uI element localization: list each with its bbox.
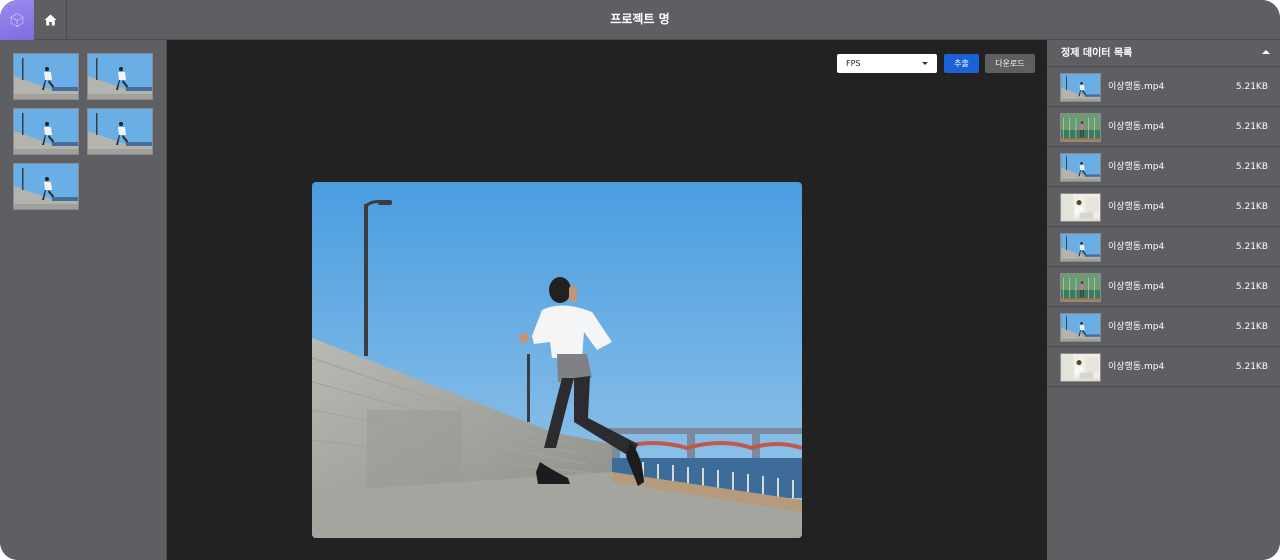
thumbnail-image: [88, 54, 152, 99]
file-name: 이상행동.mp4: [1108, 362, 1165, 372]
file-size: 5.21KB: [1235, 362, 1268, 372]
data-list-item[interactable]: 이상행동.mp4 5.21KB: [1047, 147, 1280, 187]
thumbnail-image: [14, 109, 78, 154]
data-list-item[interactable]: 이상행동.mp4 5.21KB: [1047, 107, 1280, 147]
frame-thumbnail[interactable]: [13, 163, 79, 210]
header-bar: 프로젝트 명: [0, 0, 1280, 40]
data-list-item[interactable]: 이상행동.mp4 5.21KB: [1047, 67, 1280, 107]
file-size: 5.21KB: [1235, 322, 1268, 332]
data-list-item[interactable]: 이상행동.mp4 5.21KB: [1047, 227, 1280, 267]
refined-data-title: 정제 데이터 목록: [1061, 48, 1133, 59]
file-size: 5.21KB: [1235, 242, 1268, 252]
data-list-item[interactable]: 이상행동.mp4 5.21KB: [1047, 307, 1280, 347]
video-thumbnail: [1060, 313, 1101, 342]
chevron-down-icon: [922, 62, 928, 65]
project-title: 프로젝트 명: [610, 12, 670, 26]
frame-thumbnail[interactable]: [13, 53, 79, 100]
file-name: 이상행동.mp4: [1108, 242, 1165, 252]
thumbnail-image: [14, 54, 78, 99]
file-size: 5.21KB: [1235, 202, 1268, 212]
data-list-item[interactable]: 이상행동.mp4 5.21KB: [1047, 267, 1280, 307]
thumbnail-image: [14, 164, 78, 209]
video-thumbnail: [1060, 233, 1101, 262]
file-size: 5.21KB: [1235, 282, 1268, 292]
fps-select[interactable]: FPS: [837, 54, 937, 73]
refined-data-header: 정제 데이터 목록: [1047, 40, 1280, 67]
file-size: 5.21KB: [1235, 162, 1268, 172]
runner-photo: [312, 182, 802, 538]
file-name: 이상행동.mp4: [1108, 202, 1165, 212]
extract-button[interactable]: 추출: [944, 54, 979, 73]
video-thumbnail: [1060, 73, 1101, 102]
file-size: 5.21KB: [1235, 122, 1268, 132]
video-thumbnail: [1060, 193, 1101, 222]
frame-thumbnail[interactable]: [87, 108, 153, 155]
video-thumbnail: [1060, 353, 1101, 382]
video-thumbnail: [1060, 153, 1101, 182]
video-thumbnail: [1060, 113, 1101, 142]
download-button[interactable]: 다운로드: [985, 54, 1035, 73]
data-list-item[interactable]: 이상행동.mp4 5.21KB: [1047, 347, 1280, 387]
thumbnail-image: [88, 109, 152, 154]
file-name: 이상행동.mp4: [1108, 82, 1165, 92]
app-window: 프로젝트 명 FPS 추출 다운로드 정제 데이터 목록 이상행동.mp4 5.…: [0, 0, 1280, 560]
fps-select-value: FPS: [846, 59, 861, 68]
file-size: 5.21KB: [1235, 82, 1268, 92]
refined-data-list: 이상행동.mp4 5.21KB 이상행동.mp4 5.21KB 이상행동.mp4…: [1047, 67, 1280, 387]
frame-thumbnail[interactable]: [13, 108, 79, 155]
thumbnail-grid: [13, 53, 155, 210]
frame-thumbnail[interactable]: [87, 53, 153, 100]
file-name: 이상행동.mp4: [1108, 282, 1165, 292]
file-name: 이상행동.mp4: [1108, 122, 1165, 132]
video-thumbnail: [1060, 273, 1101, 302]
file-name: 이상행동.mp4: [1108, 322, 1165, 332]
refined-data-panel: 정제 데이터 목록 이상행동.mp4 5.21KB 이상행동.mp4 5.21K…: [1047, 40, 1280, 560]
frame-thumbnail-panel: [0, 40, 167, 560]
image-viewer: FPS 추출 다운로드: [167, 40, 1047, 560]
preview-image: [312, 182, 802, 538]
data-list-item[interactable]: 이상행동.mp4 5.21KB: [1047, 187, 1280, 227]
file-name: 이상행동.mp4: [1108, 162, 1165, 172]
chevron-up-icon[interactable]: [1262, 50, 1270, 56]
